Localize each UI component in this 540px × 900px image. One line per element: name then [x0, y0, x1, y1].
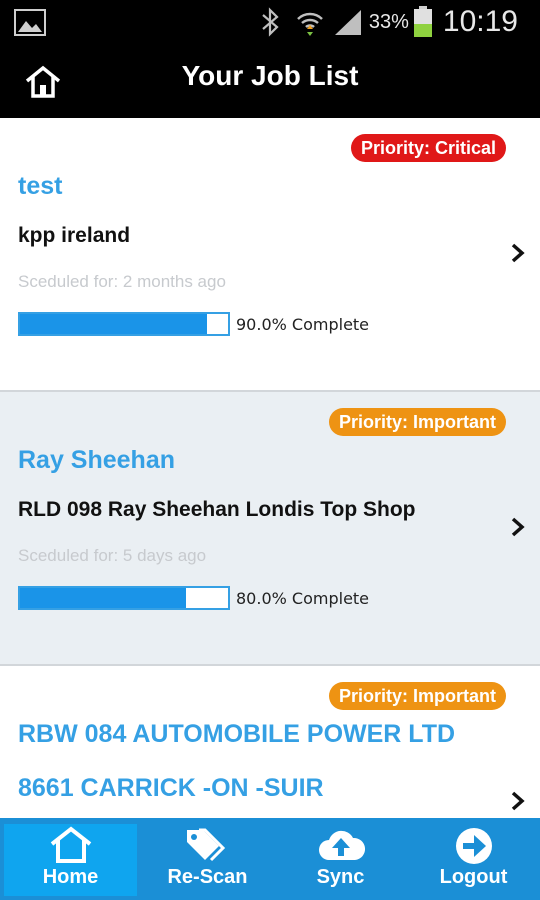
job-site: kpp ireland — [18, 224, 131, 247]
nav-label: Logout — [439, 866, 508, 888]
job-name: Ray Sheehan — [18, 446, 176, 474]
chevron-right-icon[interactable] — [510, 242, 526, 264]
battery-icon — [413, 6, 432, 37]
progress-label: 90.0% Complete — [236, 315, 370, 334]
chevron-right-icon[interactable] — [510, 516, 526, 538]
nav-rescan-button[interactable]: Re-Scan — [141, 818, 274, 900]
status-bar: 33% 10:19 — [0, 0, 540, 44]
bluetooth-icon — [262, 7, 279, 37]
progress-bar — [18, 586, 230, 610]
chevron-right-icon[interactable] — [510, 790, 526, 812]
cloud-upload-icon — [318, 830, 365, 860]
job-site: RLD 098 Ray Sheehan Londis Top Shop — [18, 498, 416, 521]
progress-label: 80.0% Complete — [236, 589, 370, 608]
job-card[interactable]: Priority: Critical test kpp ireland Sced… — [0, 118, 540, 392]
battery-percent: 33% — [368, 10, 409, 33]
clock: 10:19 — [442, 5, 518, 38]
nav-label: Home — [42, 866, 99, 888]
job-card[interactable]: Priority: Important RBW 084 AUTOMOBILE P… — [0, 666, 540, 818]
signal-icon — [334, 10, 361, 35]
tag-icon — [186, 828, 225, 862]
progress-fill — [20, 588, 187, 608]
progress-fill — [20, 314, 208, 334]
wifi-icon — [297, 12, 323, 36]
gallery-icon — [14, 9, 46, 36]
priority-badge: Priority: Critical — [350, 134, 506, 162]
home-icon — [50, 826, 91, 863]
nav-label: Sync — [316, 866, 365, 888]
progress-bar — [18, 312, 230, 336]
nav-logout-button[interactable]: Logout — [407, 818, 540, 900]
job-name: RBW 084 AUTOMOBILE POWER LTD — [18, 720, 456, 748]
app-header: Your Job List — [0, 44, 540, 118]
job-card[interactable]: Priority: Important Ray Sheehan RLD 098 … — [0, 392, 540, 666]
priority-badge: Priority: Important — [328, 682, 506, 710]
job-site: 8661 CARRICK -ON -SUIR — [18, 774, 324, 802]
nav-label: Re-Scan — [167, 866, 248, 888]
bottom-nav: Home Re-Scan Sync Logout — [0, 818, 540, 900]
priority-badge: Priority: Important — [328, 408, 506, 436]
job-list: Priority: Critical test kpp ireland Sced… — [0, 118, 540, 818]
page-title: Your Job List — [181, 60, 359, 91]
nav-sync-button[interactable]: Sync — [274, 818, 407, 900]
nav-home-button[interactable]: Home — [4, 824, 137, 896]
scheduled-text: Sceduled for: 5 days ago — [18, 546, 207, 565]
arrow-right-circle-icon — [455, 828, 492, 864]
scheduled-text: Sceduled for: 2 months ago — [18, 272, 226, 291]
job-name: test — [18, 172, 63, 200]
